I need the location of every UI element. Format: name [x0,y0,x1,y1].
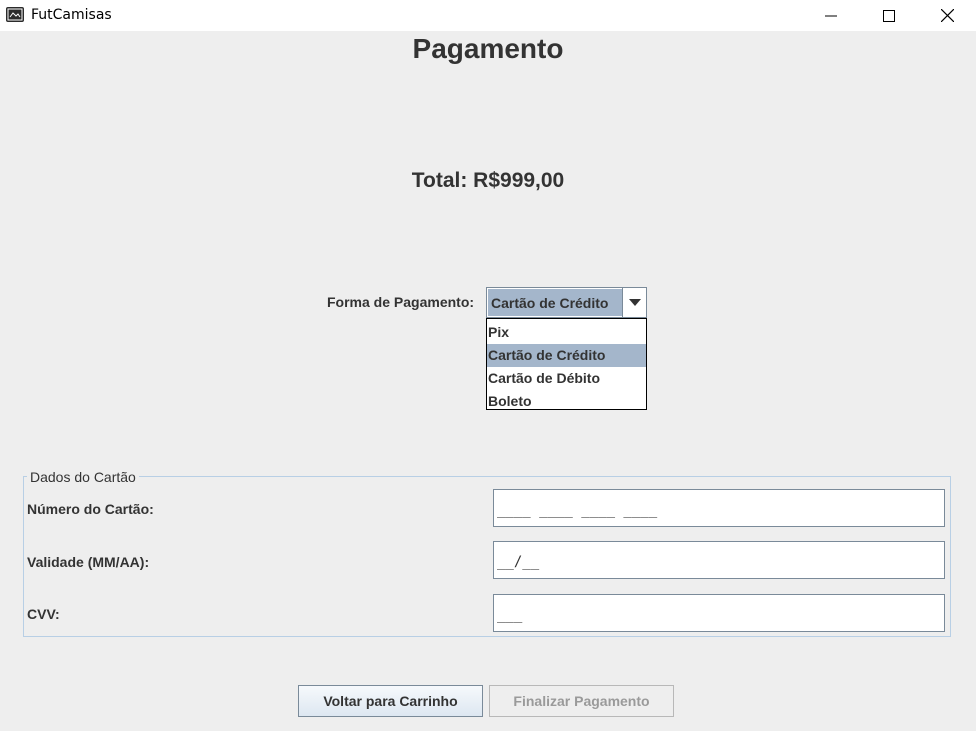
option-credit-card[interactable]: Cartão de Crédito [487,344,646,367]
minimize-icon [825,15,837,16]
option-debit-card[interactable]: Cartão de Débito [487,367,646,390]
page-title: Pagamento [412,33,564,64]
back-to-cart-button[interactable]: Voltar para Carrinho [298,685,483,717]
cvv-label: CVV: [27,606,60,622]
maximize-button[interactable] [860,0,918,31]
finish-payment-button[interactable]: Finalizar Pagamento [489,685,674,717]
option-pix[interactable]: Pix [487,321,646,344]
card-number-label: Número do Cartão: [27,501,154,517]
cvv-field[interactable]: ___ [493,594,945,632]
validity-field[interactable]: __/__ [493,541,945,579]
app-icon [6,7,24,22]
total-amount: Total: R$999,00 [411,169,565,192]
dropdown-arrow-button[interactable] [622,288,646,317]
minimize-button[interactable] [802,0,860,31]
payment-method-options: Pix Cartão de Crédito Cartão de Débito B… [486,318,647,410]
maximize-icon [883,9,895,22]
chevron-down-icon [628,299,641,306]
close-button[interactable] [918,0,976,31]
card-number-field[interactable]: ____ ____ ____ ____ [493,489,945,527]
card-details-legend: Dados do Cartão [27,469,139,485]
payment-method-select[interactable]: Cartão de Crédito [486,287,647,318]
close-icon [940,9,954,22]
validity-label: Validade (MM/AA): [27,554,150,570]
option-boleto[interactable]: Boleto [487,390,646,413]
window-title: FutCamisas [31,7,112,23]
payment-method-label: Forma de Pagamento: [327,294,475,310]
title-bar: FutCamisas [0,0,976,31]
payment-method-value: Cartão de Crédito [488,289,622,316]
